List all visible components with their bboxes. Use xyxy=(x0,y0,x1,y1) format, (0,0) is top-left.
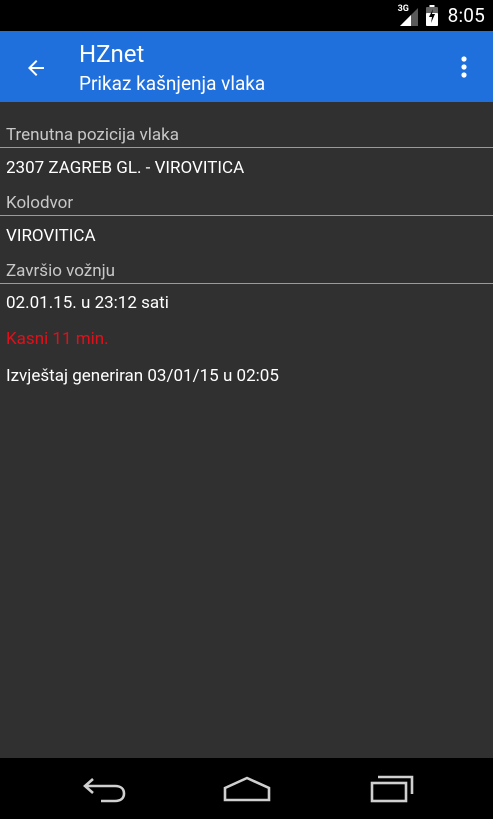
nav-home-icon xyxy=(223,776,271,802)
status-icons: 3G 8:05 xyxy=(398,0,485,31)
screen: 3G 8:05 HZnet Prikaz kašnjenja vlaka Tre… xyxy=(0,0,493,819)
overflow-menu-icon xyxy=(461,56,467,78)
status-time: 8:05 xyxy=(447,4,485,27)
train-value: 2307 ZAGREB GL. - VIROVITICA xyxy=(6,158,245,178)
nav-home-button[interactable] xyxy=(217,770,277,808)
status-label: Završio vožnju xyxy=(6,261,116,281)
delay-value: Kasni 11 min. xyxy=(6,329,109,349)
signal-icon: 3G xyxy=(398,4,420,27)
report-value: Izvještaj generiran 03/01/15 u 02:05 xyxy=(6,366,279,386)
datetime-value: 02.01.15. u 23:12 sati xyxy=(6,293,169,313)
arrow-back-icon xyxy=(28,60,44,76)
back-button[interactable] xyxy=(16,48,56,88)
nav-recents-button[interactable] xyxy=(362,770,422,808)
status-bar: 3G 8:05 xyxy=(0,0,493,31)
overflow-menu-button[interactable] xyxy=(449,47,479,87)
nav-back-button[interactable] xyxy=(74,770,134,808)
content-area: Trenutna pozicija vlaka 2307 ZAGREB GL. … xyxy=(0,102,493,758)
divider xyxy=(0,283,493,284)
nav-back-icon xyxy=(83,778,126,803)
battery-charging-icon xyxy=(425,5,438,26)
app-bar: HZnet Prikaz kašnjenja vlaka xyxy=(0,31,493,102)
divider xyxy=(0,215,493,216)
app-subtitle: Prikaz kašnjenja vlaka xyxy=(79,72,266,95)
position-label: Trenutna pozicija vlaka xyxy=(6,125,180,145)
station-value: VIROVITICA xyxy=(6,226,96,246)
station-label: Kolodvor xyxy=(6,193,74,213)
navigation-bar xyxy=(0,758,493,819)
divider xyxy=(0,147,493,148)
nav-recents-icon xyxy=(370,775,414,803)
app-title: HZnet xyxy=(79,40,145,68)
